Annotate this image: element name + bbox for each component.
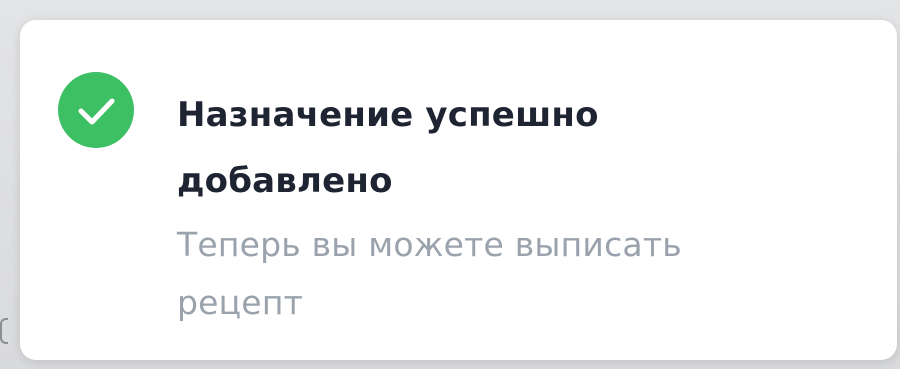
notification-title: Назначение успешно добавлено: [177, 95, 599, 201]
check-circle-bg: [58, 72, 134, 148]
success-notification: Назначение успешно добавлено Теперь вы м…: [20, 20, 897, 360]
screen-background: Назначение успешно добавлено Теперь вы м…: [0, 0, 900, 369]
notification-message: Теперь вы можете выписать рецепт: [177, 225, 682, 322]
check-circle-icon: [58, 72, 134, 148]
background-control-edge: [0, 318, 8, 344]
